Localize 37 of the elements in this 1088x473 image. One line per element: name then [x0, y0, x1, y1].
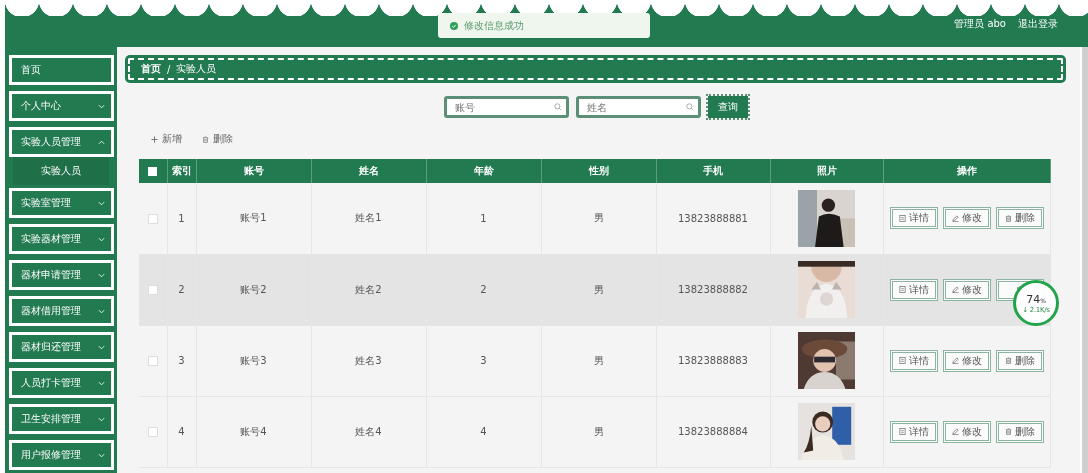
table-cell: 姓名1 [355, 212, 382, 224]
table-cell: 男 [593, 212, 604, 224]
table-cell: 男 [593, 283, 604, 295]
column-header: 姓名 [358, 165, 379, 176]
table-cell: 4 [480, 426, 487, 437]
table-cell: 姓名3 [355, 354, 382, 366]
table-cell: 1 [480, 212, 487, 224]
table-cell: 姓名4 [355, 425, 382, 437]
table-cell: 2 [178, 284, 185, 295]
table-cell: 4 [178, 426, 185, 437]
table-cell: 账号4 [240, 425, 267, 437]
table-cell: 账号1 [240, 212, 267, 224]
breadcrumb-current: 实验人员 [176, 62, 217, 76]
column-header: 照片 [816, 165, 837, 176]
table-cell: 13823888882 [678, 284, 748, 295]
table-cell: 13823888884 [678, 426, 748, 437]
column-header: 年龄 [473, 165, 494, 176]
column-header: 索引 [171, 165, 192, 176]
breadcrumb-separator: / [167, 63, 171, 75]
column-header: 操作 [956, 165, 977, 176]
percent-value: 74 [1026, 292, 1041, 306]
table-cell: 男 [593, 425, 604, 437]
column-header: 账号 [243, 165, 264, 176]
table-cell: 3 [178, 355, 185, 366]
toast-message: 修改信息成功 [464, 18, 524, 33]
table-cell: 账号3 [240, 354, 267, 366]
table-cell: 账号2 [240, 283, 267, 295]
column-header: 手机 [703, 165, 723, 176]
table-cell: 2 [480, 284, 487, 295]
table-cell: 1 [178, 212, 185, 224]
table-cell: 3 [480, 355, 487, 366]
user-name: 管理员 abo [954, 17, 1006, 31]
table-cell: 13823888881 [678, 212, 748, 224]
table-cell: 姓名2 [355, 283, 382, 295]
table-cell: 13823888883 [678, 355, 748, 366]
column-header: 性别 [588, 165, 609, 176]
table-cell: 男 [593, 354, 604, 366]
